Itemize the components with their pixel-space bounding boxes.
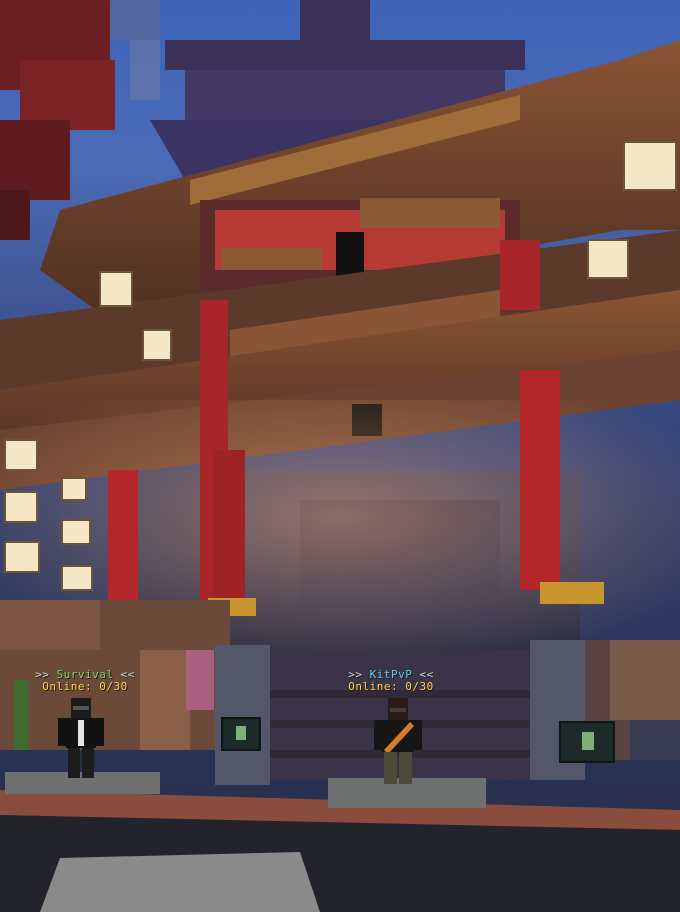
lantern	[623, 141, 677, 191]
ground	[0, 790, 680, 912]
kitpvp-nametag: >> KitPvP << Online: 0/30	[338, 669, 444, 693]
ender-chest-right	[559, 721, 615, 763]
lantern	[142, 329, 172, 361]
lantern	[61, 477, 87, 501]
kitpvp-online-count: Online: 0/30	[348, 680, 434, 693]
lantern	[587, 239, 629, 279]
lantern	[99, 271, 133, 307]
lantern	[4, 439, 38, 471]
survival-npc[interactable]	[58, 698, 104, 780]
lantern	[4, 541, 40, 573]
lantern	[61, 565, 93, 591]
lantern	[61, 519, 91, 545]
lantern	[4, 491, 38, 523]
survival-nametag: >> Survival << Online: 0/30	[30, 669, 140, 693]
ender-chest-left	[221, 717, 261, 751]
survival-online-count: Online: 0/30	[42, 680, 128, 693]
kitpvp-npc[interactable]	[374, 698, 422, 786]
game-viewport[interactable]: >> Survival << Online: 0/30 >> KitPvP <<…	[0, 0, 680, 912]
